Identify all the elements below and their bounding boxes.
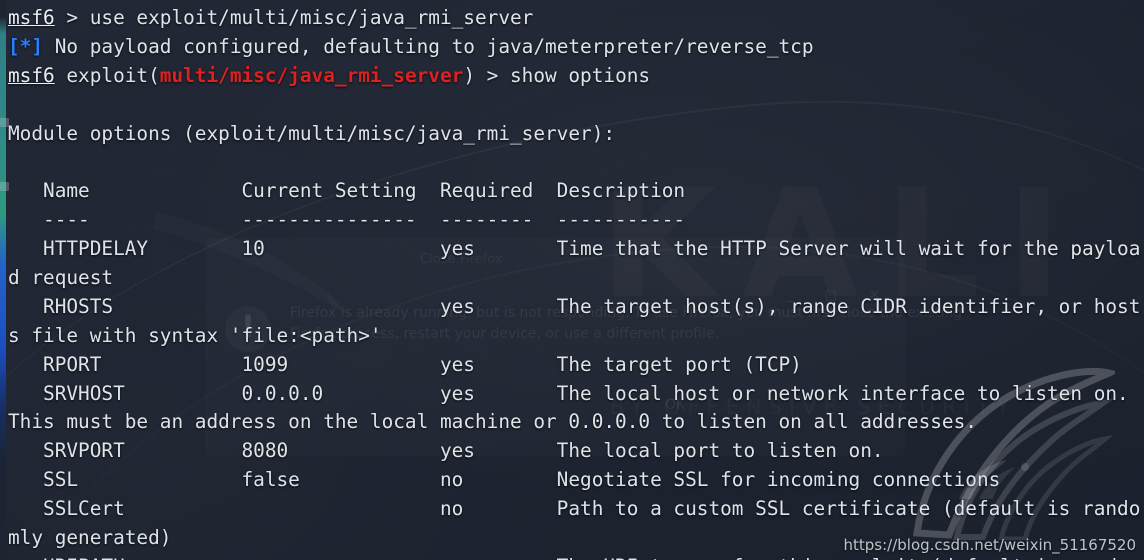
terminal-segment-rule: ---- --------------- -------- ----------… xyxy=(8,208,686,232)
terminal-screenshot: KALI BY OFFENSIVE SECURITY Close Firefox… xyxy=(0,0,1144,560)
terminal-segment-plain: mly generated) xyxy=(8,526,172,550)
terminal-segment-plain: SSL false no Negotiate SSL for incoming … xyxy=(8,468,1001,492)
terminal-segment-plain: > use exploit/multi/misc/java_rmi_server xyxy=(54,6,534,29)
terminal-segment-plain: SSLCert no Path to a custom SSL certific… xyxy=(8,497,1141,521)
terminal-line-row-httpdelay: HTTPDELAY 10 yes Time that the HTTP Serv… xyxy=(0,235,1144,264)
terminal-line-row-rhosts: RHOSTS yes The target host(s), range CID… xyxy=(0,293,1144,322)
terminal-output[interactable]: msf6 > use exploit/multi/misc/java_rmi_s… xyxy=(0,0,1144,560)
terminal-segment-plain: HTTPDELAY 10 yes Time that the HTTP Serv… xyxy=(8,237,1141,261)
terminal-segment-plain: Name Current Setting Required Descriptio… xyxy=(8,179,686,203)
terminal-line-spacer-1 xyxy=(0,91,1144,120)
terminal-segment-plain: URIPATH no The URI to use for this explo… xyxy=(8,555,1140,560)
terminal-segment-plain: No payload configured, defaulting to jav… xyxy=(43,34,814,58)
blog-watermark: https://blog.csdn.net/weixin_51167520 xyxy=(843,536,1136,554)
terminal-line-table-rule: ---- --------------- -------- ----------… xyxy=(0,206,1144,235)
terminal-segment-plain: RHOSTS yes The target host(s), range CID… xyxy=(8,294,1141,318)
terminal-line-row-srvport: SRVPORT 8080 yes The local port to liste… xyxy=(0,437,1144,466)
terminal-segment-prompt: msf6 xyxy=(8,63,55,87)
terminal-line-row-ssl: SSL false no Negotiate SSL for incoming … xyxy=(0,466,1144,495)
terminal-line-module-options-heading: Module options (exploit/multi/misc/java_… xyxy=(0,120,1144,149)
terminal-line-row-sslcert: SSLCert no Path to a custom SSL certific… xyxy=(0,495,1144,524)
terminal-line-table-header: Name Current Setting Required Descriptio… xyxy=(0,177,1144,206)
terminal-segment-plain: Module options (exploit/multi/misc/java_… xyxy=(8,121,616,145)
terminal-segment-plain: exploit( xyxy=(54,63,160,87)
terminal-segment-plain: s file with syntax 'file:<path>' xyxy=(8,323,382,347)
terminal-line-row-rhosts-wrap: s file with syntax 'file:<path>' xyxy=(0,322,1144,351)
terminal-segment-plain: RPORT 1099 yes The target port (TCP) xyxy=(8,352,802,376)
terminal-segment-plain: ) > show options xyxy=(463,63,651,87)
terminal-line-info-no-payload: [*] No payload configured, defaulting to… xyxy=(0,33,1144,62)
terminal-segment-plain: This must be an address on the local mac… xyxy=(8,410,977,434)
terminal-line-row-rport: RPORT 1099 yes The target port (TCP) xyxy=(0,351,1144,380)
terminal-line-cmd-use: msf6 > use exploit/multi/misc/java_rmi_s… xyxy=(0,4,1144,33)
terminal-line-row-httpdelay-wrap: d request xyxy=(0,264,1144,293)
terminal-segment-prompt: msf6 xyxy=(8,6,55,29)
terminal-segment-plain: SRVHOST 0.0.0.0 yes The local host or ne… xyxy=(8,381,1129,405)
terminal-line-spacer-2 xyxy=(0,148,1144,177)
terminal-line-row-srvhost: SRVHOST 0.0.0.0 yes The local host or ne… xyxy=(0,380,1144,409)
terminal-segment-star: [*] xyxy=(8,34,44,58)
terminal-segment-module: multi/misc/java_rmi_server xyxy=(159,63,464,87)
terminal-segment-plain: SRVPORT 8080 yes The local port to liste… xyxy=(8,439,884,463)
terminal-line-cmd-show-options: msf6 exploit(multi/misc/java_rmi_server)… xyxy=(0,62,1144,91)
terminal-segment-plain: d request xyxy=(8,266,114,290)
terminal-line-row-srvhost-wrap: This must be an address on the local mac… xyxy=(0,408,1144,437)
